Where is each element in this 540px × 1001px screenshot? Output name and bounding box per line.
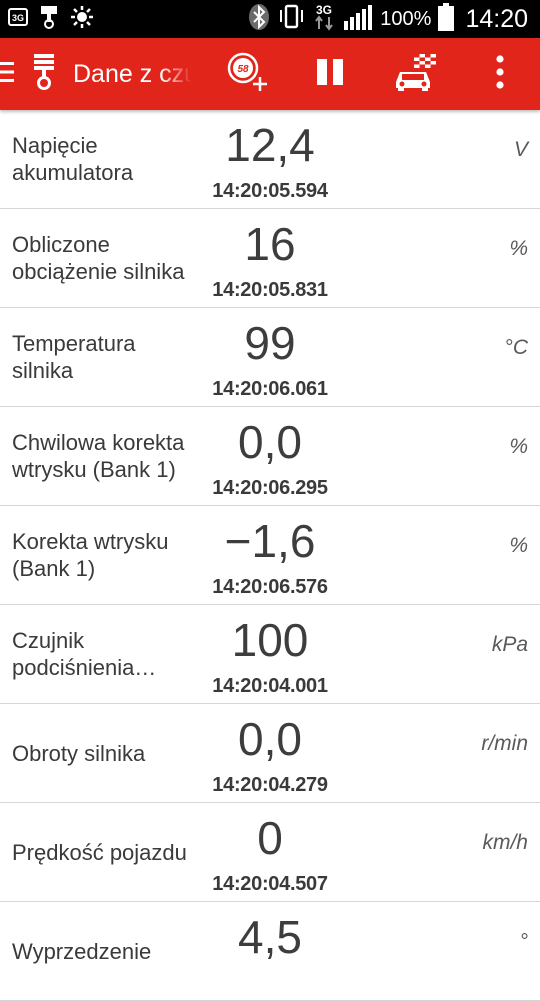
signal-strength-icon xyxy=(343,3,373,36)
sensor-timestamp: 14:20:05.594 xyxy=(212,180,328,202)
more-vert-icon xyxy=(496,54,504,94)
svg-text:3G: 3G xyxy=(12,13,24,23)
status-bar: 3G 3G 100% 14:20 xyxy=(0,0,540,38)
overflow-menu-button[interactable] xyxy=(480,38,520,110)
battery-icon xyxy=(438,2,455,36)
sensor-value: 12,4 xyxy=(225,119,315,171)
speedometer-add-icon: 58 xyxy=(225,51,269,98)
sensor-unit: % xyxy=(509,435,528,458)
title-fade-overlay xyxy=(160,38,192,110)
sensor-row[interactable]: Wyprzedzenie 4,5 ° xyxy=(0,902,540,1001)
sensor-unit: r/min xyxy=(481,732,528,755)
sensor-value: 0,0 xyxy=(238,416,302,468)
drawer-toggle-button[interactable] xyxy=(0,38,60,110)
status-clock: 14:20 xyxy=(465,4,528,33)
sensor-timestamp: 14:20:06.295 xyxy=(212,477,328,499)
sensor-unit: ° xyxy=(519,930,528,953)
sensor-timestamp: 14:20:06.061 xyxy=(212,378,328,400)
app-bar: Dane z czujników 58 xyxy=(0,38,540,110)
sensor-row[interactable]: Obliczone obciążenie silnika 16 14:20:05… xyxy=(0,209,540,308)
sensor-timestamp: 14:20:04.507 xyxy=(212,873,328,895)
settings-sun-notification-icon xyxy=(70,5,94,34)
svg-text:3G: 3G xyxy=(316,3,332,17)
sensor-row[interactable]: Obroty silnika 0,0 14:20:04.279 r/min xyxy=(0,704,540,803)
pause-icon xyxy=(315,58,345,91)
status-bar-notifications: 3G xyxy=(8,5,94,34)
sensor-timestamp: 14:20:04.279 xyxy=(212,774,328,796)
sensor-unit: km/h xyxy=(482,831,528,854)
svg-text:58: 58 xyxy=(237,64,249,75)
battery-percentage: 100% xyxy=(380,7,432,30)
sensor-row[interactable]: Chwilowa korekta wtrysku (Bank 1) 0,0 14… xyxy=(0,407,540,506)
pause-button[interactable] xyxy=(306,38,354,110)
bluetooth-icon xyxy=(248,3,270,36)
sensor-unit: kPa xyxy=(491,633,528,656)
sensor-row[interactable]: Korekta wtrysku (Bank 1) −1,6 14:20:06.5… xyxy=(0,506,540,605)
sensor-unit: °C xyxy=(504,336,528,359)
sensor-value: 4,5 xyxy=(238,911,302,963)
vibrate-icon xyxy=(277,4,305,35)
sensor-row[interactable]: Czujnik podciśnienia… 100 14:20:04.001 k… xyxy=(0,605,540,704)
race-car-flag-icon xyxy=(392,52,438,97)
sensor-value: 0 xyxy=(257,812,283,864)
piston-notification-icon xyxy=(40,5,58,34)
network-3g-icon: 3G xyxy=(312,2,336,37)
sensor-timestamp: 14:20:05.831 xyxy=(212,279,328,301)
status-bar-system: 3G 100% 14:20 xyxy=(248,0,528,38)
sensor-value: 100 xyxy=(231,614,309,666)
sensor-value: 0,0 xyxy=(238,713,302,765)
add-gauge-button[interactable]: 58 xyxy=(222,38,272,110)
sim-3g-notification-icon: 3G xyxy=(8,7,28,31)
sensor-row[interactable]: Prędkość pojazdu 0 14:20:04.507 km/h xyxy=(0,803,540,902)
race-mode-button[interactable] xyxy=(388,38,442,110)
hamburger-menu-icon xyxy=(0,61,14,88)
sensor-unit: V xyxy=(513,138,528,161)
sensor-value: 99 xyxy=(244,317,296,369)
sensor-list[interactable]: Napięcie akumulatora 12,4 14:20:05.594 V… xyxy=(0,110,540,1001)
sensor-row[interactable]: Temperatura silnika 99 14:20:06.061 °C xyxy=(0,308,540,407)
piston-app-icon xyxy=(32,53,56,96)
sensor-timestamp: 14:20:04.001 xyxy=(212,675,328,697)
sensor-value: −1,6 xyxy=(224,515,316,567)
sensor-timestamp: 14:20:06.576 xyxy=(212,576,328,598)
sensor-row[interactable]: Napięcie akumulatora 12,4 14:20:05.594 V xyxy=(0,110,540,209)
sensor-value: 16 xyxy=(244,218,296,270)
sensor-unit: % xyxy=(509,237,528,260)
sensor-unit: % xyxy=(509,534,528,557)
